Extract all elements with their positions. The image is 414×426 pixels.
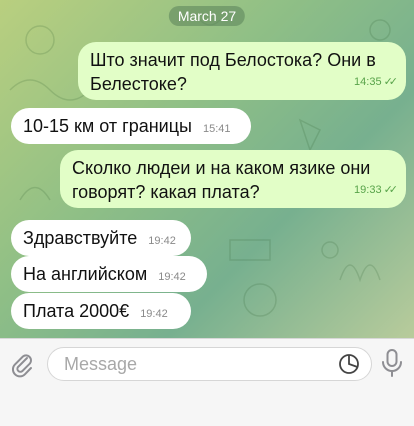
read-checkmarks-icon: ✓✓ bbox=[383, 76, 399, 88]
message-text: 10-15 км от границы bbox=[23, 116, 192, 136]
date-separator: March 27 bbox=[168, 6, 246, 26]
message-text: Здравствуйте bbox=[23, 228, 138, 248]
message-bubble-incoming[interactable]: Плата 2000€ 19:42 bbox=[11, 293, 191, 329]
message-time: 19:42 bbox=[158, 271, 186, 283]
message-time: 19:42 bbox=[140, 308, 168, 320]
message-text: Плата 2000€ bbox=[23, 301, 130, 321]
message-bubble-outgoing[interactable]: Што значит под Белостока? Они в Белесток… bbox=[78, 42, 406, 100]
sticker-icon[interactable] bbox=[337, 352, 361, 376]
message-text: Што значит под Белостока? Они в Белесток… bbox=[90, 50, 376, 94]
message-bubble-incoming[interactable]: 10-15 км от границы 15:41 bbox=[11, 108, 251, 144]
read-checkmarks-icon: ✓✓ bbox=[383, 184, 399, 196]
message-composer bbox=[0, 338, 414, 426]
message-meta: 14:35 ✓✓ bbox=[354, 70, 399, 94]
microphone-icon[interactable] bbox=[379, 348, 405, 378]
message-time: 19:33 bbox=[354, 184, 382, 196]
message-time: 19:42 bbox=[148, 235, 176, 247]
message-text: На английском bbox=[23, 264, 148, 284]
paperclip-icon[interactable] bbox=[9, 351, 37, 379]
message-input-container bbox=[47, 347, 372, 381]
message-time: 15:41 bbox=[203, 123, 231, 135]
message-bubble-incoming[interactable]: Здравствуйте 19:42 bbox=[11, 220, 191, 256]
message-bubble-outgoing[interactable]: Сколко людеи и на каком язике они говоря… bbox=[60, 150, 406, 208]
message-input[interactable] bbox=[62, 353, 326, 376]
message-time: 14:35 bbox=[354, 76, 382, 88]
message-meta: 19:33 ✓✓ bbox=[354, 178, 399, 202]
message-bubble-incoming[interactable]: На английском 19:42 bbox=[11, 256, 207, 292]
message-text: Сколко людеи и на каком язике они говоря… bbox=[72, 158, 371, 202]
